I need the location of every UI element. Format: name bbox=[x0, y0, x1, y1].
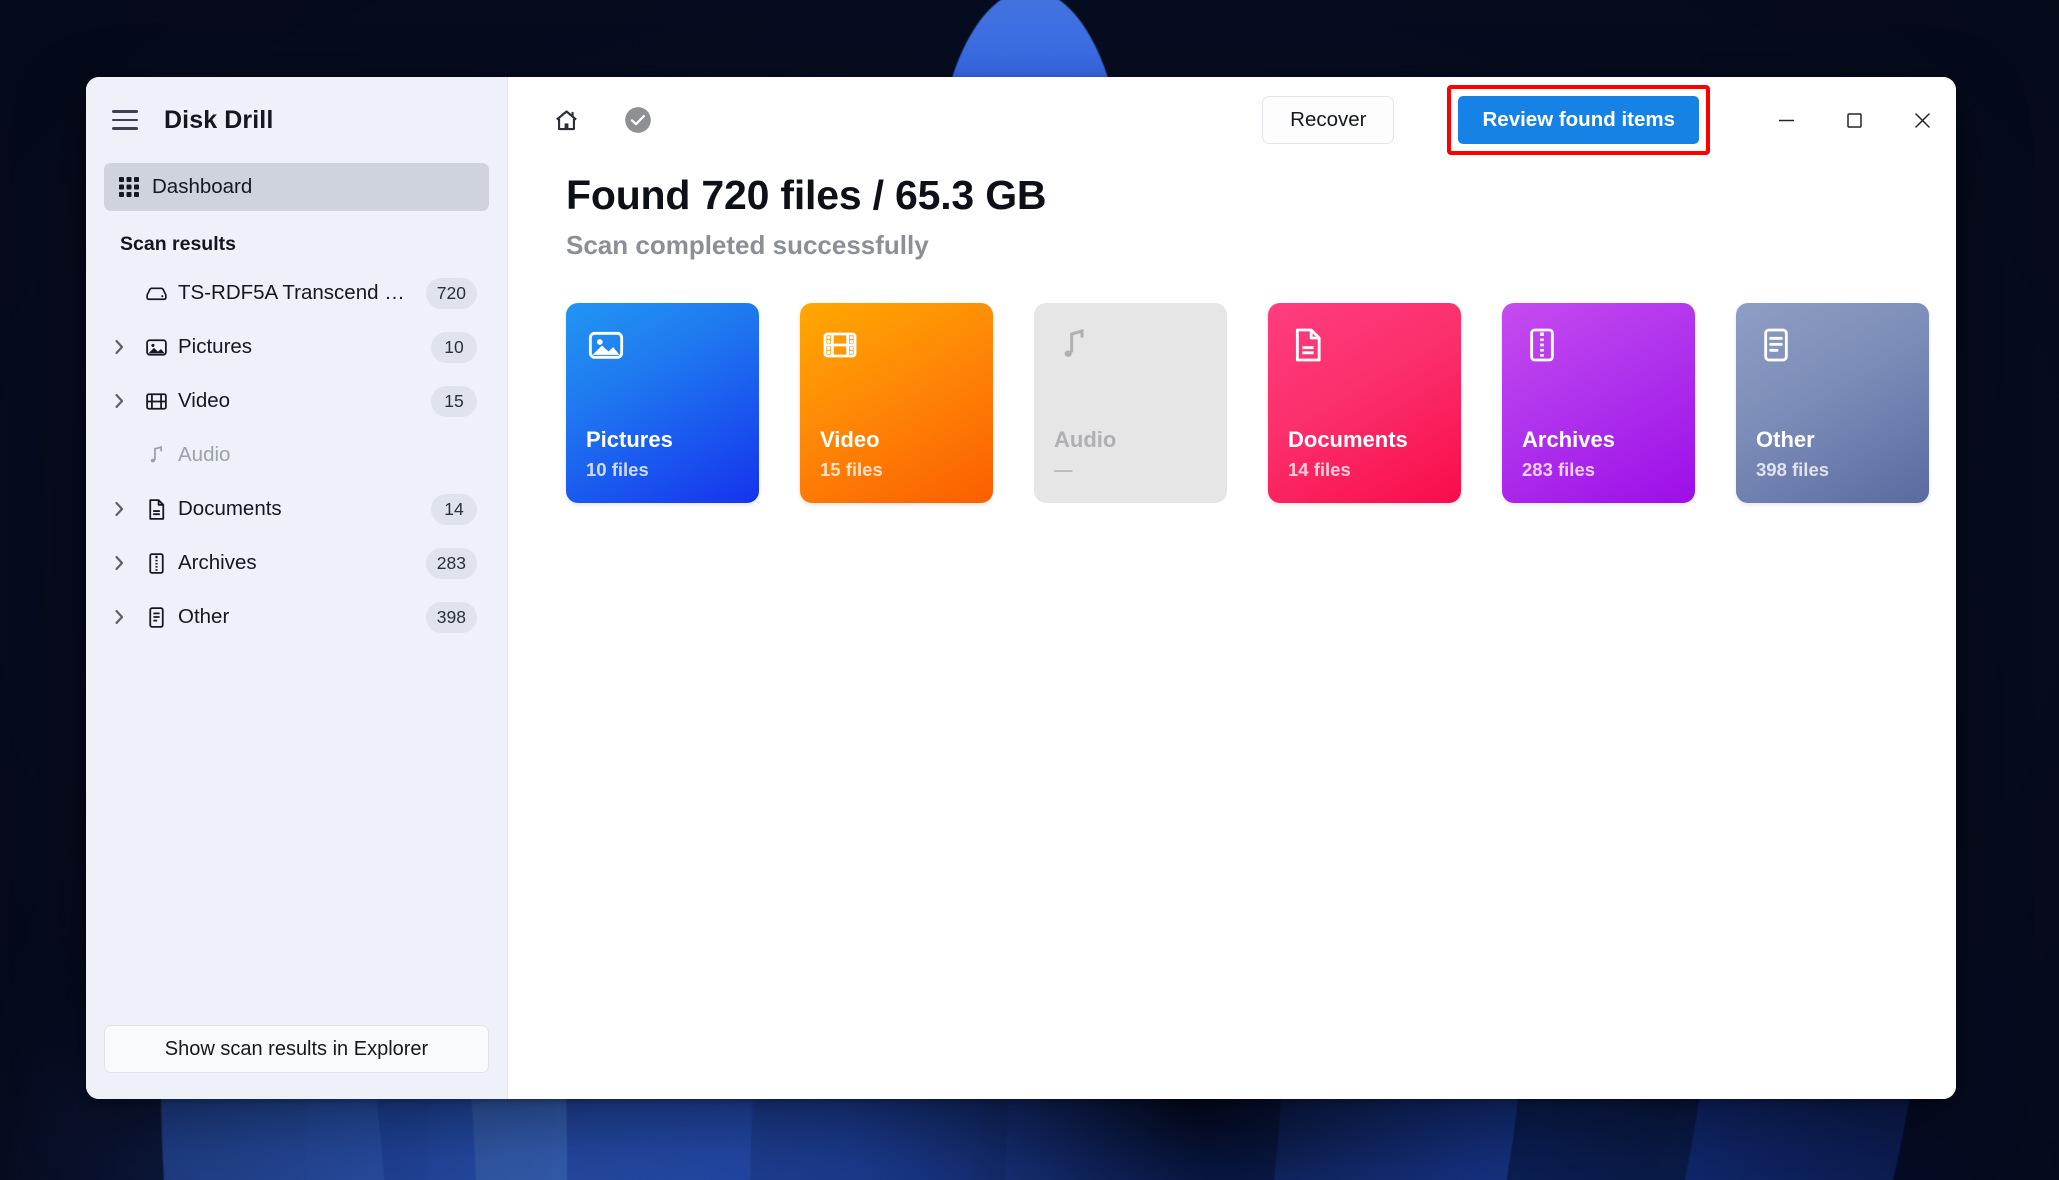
sidebar-item-label: Documents bbox=[178, 497, 282, 520]
disk-drill-window: Disk Drill Dashboard Scan results TS-RDF… bbox=[86, 77, 1956, 1099]
sidebar-item-video[interactable]: Video 15 bbox=[104, 374, 489, 428]
file-lines-icon bbox=[134, 605, 178, 630]
show-scan-results-in-explorer-button[interactable]: Show scan results in Explorer bbox=[104, 1025, 489, 1073]
sidebar-item-dashboard[interactable]: Dashboard bbox=[104, 163, 489, 211]
film-icon bbox=[134, 389, 178, 414]
category-cards: Pictures 10 files Video 15 files Audio —… bbox=[566, 303, 1956, 503]
card-file-count: 10 files bbox=[586, 459, 649, 480]
sidebar-item-count: 15 bbox=[431, 385, 477, 417]
check-circle-icon[interactable] bbox=[616, 98, 660, 142]
sidebar-header: Disk Drill bbox=[86, 77, 507, 163]
close-icon[interactable] bbox=[1888, 77, 1956, 163]
scan-results-heading: Scan results bbox=[120, 233, 236, 255]
sidebar-item-pictures[interactable]: Pictures 10 bbox=[104, 320, 489, 374]
archive-zip-icon bbox=[134, 551, 178, 576]
chevron-right-icon[interactable] bbox=[104, 338, 134, 356]
minimize-icon[interactable] bbox=[1752, 77, 1820, 163]
app-title: Disk Drill bbox=[164, 105, 274, 134]
sidebar-item-audio: Audio bbox=[104, 428, 489, 482]
archive-zip-icon bbox=[1522, 325, 1675, 389]
sidebar-item-documents[interactable]: Documents 14 bbox=[104, 482, 489, 536]
sidebar-item-label: Video bbox=[178, 389, 231, 412]
film-icon bbox=[820, 325, 973, 389]
image-icon bbox=[134, 335, 178, 360]
sidebar-nav: Dashboard Scan results TS-RDF5A Transcen… bbox=[86, 163, 507, 1025]
sidebar-item-label: Dashboard bbox=[152, 175, 253, 198]
card-file-count: 14 files bbox=[1288, 459, 1351, 480]
card-title: Documents bbox=[1288, 427, 1408, 452]
sidebar-item-label: Other bbox=[178, 605, 230, 628]
category-card-video[interactable]: Video 15 files bbox=[800, 303, 993, 503]
recover-button[interactable]: Recover bbox=[1262, 96, 1395, 144]
chevron-right-icon[interactable] bbox=[104, 554, 134, 572]
main-panel: Found 720 files / 65.3 GB Scan completed… bbox=[508, 163, 1956, 503]
page-title: Found 720 files / 65.3 GB bbox=[566, 172, 1047, 218]
card-file-count: — bbox=[1054, 459, 1073, 480]
chevron-right-icon[interactable] bbox=[104, 500, 134, 518]
sidebar-item-count: 283 bbox=[425, 547, 477, 579]
review-found-items-highlight: Review found items bbox=[1447, 85, 1710, 155]
image-icon bbox=[586, 325, 739, 389]
category-card-archives[interactable]: Archives 283 files bbox=[1502, 303, 1695, 503]
card-file-count: 398 files bbox=[1756, 459, 1830, 480]
music-note-icon bbox=[1054, 325, 1207, 389]
chevron-right-icon[interactable] bbox=[104, 392, 134, 410]
category-card-other[interactable]: Other 398 files bbox=[1736, 303, 1929, 503]
hamburger-icon[interactable] bbox=[112, 110, 138, 130]
sidebar-item-count: 14 bbox=[431, 493, 477, 525]
desktop-wallpaper: Disk Drill Dashboard Scan results TS-RDF… bbox=[0, 0, 2059, 1180]
sidebar-item-count: 720 bbox=[425, 277, 477, 309]
sidebar-item-drive[interactable]: TS-RDF5A Transcend US... 720 bbox=[104, 266, 489, 320]
music-note-icon bbox=[134, 443, 178, 468]
sidebar: Disk Drill Dashboard Scan results TS-RDF… bbox=[86, 77, 508, 1099]
card-title: Archives bbox=[1522, 427, 1615, 452]
home-icon[interactable] bbox=[544, 98, 588, 142]
chevron-right-icon[interactable] bbox=[104, 608, 134, 626]
sidebar-item-count: 10 bbox=[431, 331, 477, 363]
card-title: Audio bbox=[1054, 427, 1117, 452]
card-file-count: 15 files bbox=[820, 459, 883, 480]
category-card-audio: Audio — bbox=[1034, 303, 1227, 503]
category-card-pictures[interactable]: Pictures 10 files bbox=[566, 303, 759, 503]
card-file-count: 283 files bbox=[1522, 459, 1596, 480]
sidebar-item-archives[interactable]: Archives 283 bbox=[104, 536, 489, 590]
review-found-items-button[interactable]: Review found items bbox=[1458, 96, 1699, 144]
card-title: Video bbox=[820, 427, 880, 452]
sidebar-item-label: TS-RDF5A Transcend US... bbox=[178, 281, 426, 304]
grid-dots-icon bbox=[118, 176, 152, 198]
sidebar-footer: Show scan results in Explorer bbox=[86, 1025, 507, 1099]
document-icon bbox=[1288, 325, 1441, 389]
content-area: Recover Review found items Found 720 fil… bbox=[508, 77, 1956, 1099]
card-title: Pictures bbox=[586, 427, 673, 452]
document-icon bbox=[134, 497, 178, 522]
sidebar-item-other[interactable]: Other 398 bbox=[104, 590, 489, 644]
hard-drive-icon bbox=[134, 281, 178, 306]
file-lines-icon bbox=[1756, 325, 1909, 389]
sidebar-item-label: Archives bbox=[178, 551, 257, 574]
category-card-documents[interactable]: Documents 14 files bbox=[1268, 303, 1461, 503]
page-subtitle: Scan completed successfully bbox=[566, 230, 929, 260]
sidebar-item-label: Audio bbox=[178, 443, 231, 466]
window-controls bbox=[1752, 77, 1956, 163]
sidebar-item-label: Pictures bbox=[178, 335, 253, 358]
toolbar: Recover Review found items bbox=[508, 77, 1956, 163]
maximize-icon[interactable] bbox=[1820, 77, 1888, 163]
card-title: Other bbox=[1756, 427, 1815, 452]
sidebar-item-count: 398 bbox=[425, 601, 477, 633]
